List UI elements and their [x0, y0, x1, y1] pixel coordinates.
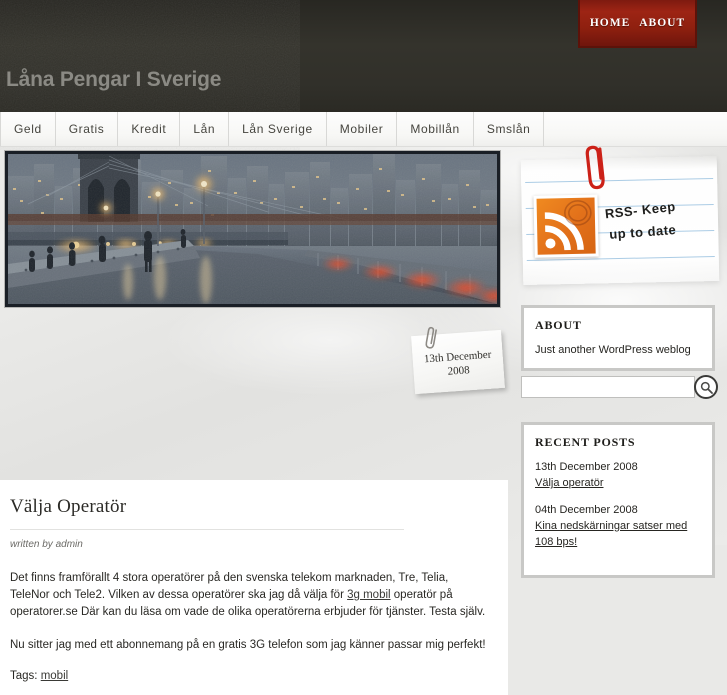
search-icon	[700, 381, 713, 394]
header-noise-texture	[0, 0, 300, 112]
site-title: Låna Pengar I Sverige	[6, 68, 222, 91]
main-column: Välja Operatör written by admin Det finn…	[0, 150, 508, 695]
tab-lan[interactable]: Lån	[180, 112, 230, 146]
paperclip-icon	[425, 326, 437, 349]
tab-smslan[interactable]: Smslån	[474, 112, 545, 146]
about-widget: ABOUT Just another WordPress weblog	[521, 305, 715, 371]
tab-geld[interactable]: Geld	[0, 112, 56, 146]
hero-image-frame	[4, 150, 501, 308]
paperclip-icon	[585, 145, 605, 190]
search-input[interactable]	[521, 376, 695, 398]
top-navigation: HOME ABOUT	[578, 0, 697, 48]
post-tags: Tags: mobil	[10, 670, 498, 682]
recent-post-link[interactable]: Välja operatör	[535, 475, 701, 491]
recent-post-item: 04th December 2008 Kina nedskärningar sa…	[535, 504, 701, 550]
note-rule-1	[525, 178, 714, 183]
recent-post-date: 04th December 2008	[535, 504, 638, 516]
rss-note-text: RSS- Keep up to date	[604, 196, 679, 247]
post-title: Välja Operatör	[10, 496, 127, 517]
recent-posts-widget: RECENT POSTS 13th December 2008 Välja op…	[521, 422, 715, 578]
post-paragraph-2: Nu sitter jag med ett abonnemang på en g…	[10, 639, 486, 651]
tab-gratis[interactable]: Gratis	[56, 112, 119, 146]
tab-mobiler[interactable]: Mobiler	[327, 112, 398, 146]
post-date-note: 13th December 2008	[411, 326, 505, 395]
category-tab-bar: Geld Gratis Kredit Lån Lån Sverige Mobil…	[0, 112, 727, 147]
tab-kredit[interactable]: Kredit	[118, 112, 181, 146]
bridge-photo-graphic	[8, 154, 497, 304]
recent-post-date: 13th December 2008	[535, 461, 638, 473]
search-button[interactable]	[694, 375, 718, 399]
site-header: Låna Pengar I Sverige HOME ABOUT	[0, 0, 727, 112]
tab-lan-sverige[interactable]: Lån Sverige	[229, 112, 327, 146]
search-form	[521, 375, 718, 400]
about-widget-title: ABOUT	[535, 318, 582, 332]
about-widget-text: Just another WordPress weblog	[535, 344, 691, 356]
tags-label: Tags:	[10, 670, 38, 682]
hero-image	[8, 154, 497, 304]
rss-stamp-icon[interactable]	[533, 194, 599, 258]
recent-post-link[interactable]: Kina nedskärningar satser med 108 bps!	[535, 518, 701, 550]
recent-posts-title: RECENT POSTS	[535, 435, 636, 449]
recent-post-item: 13th December 2008 Välja operatör	[535, 461, 701, 491]
tab-mobillan[interactable]: Mobillån	[397, 112, 474, 146]
link-3g-mobil[interactable]: 3g mobil	[347, 589, 390, 601]
rss-stamp-graphic	[536, 197, 596, 255]
post-paragraph-1: Det finns framförallt 4 stora operatörer…	[10, 570, 486, 621]
post-title-divider	[10, 529, 404, 530]
tag-mobil[interactable]: mobil	[41, 670, 68, 682]
post-article: Välja Operatör written by admin Det finn…	[0, 480, 508, 695]
top-nav-home[interactable]: HOME	[590, 17, 630, 29]
top-nav-about[interactable]: ABOUT	[639, 17, 685, 29]
rss-note-widget[interactable]: RSS- Keep up to date	[520, 145, 720, 286]
